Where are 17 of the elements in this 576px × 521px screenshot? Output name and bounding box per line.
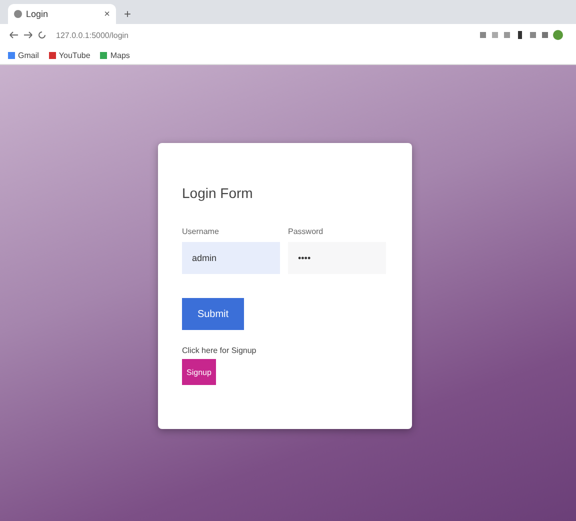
form-title: Login Form <box>182 185 254 201</box>
input-field[interactable]: admin <box>182 242 280 274</box>
signup-prompt: Click here for Signup <box>182 346 258 355</box>
bookmark[interactable]: Gmail <box>8 50 39 60</box>
submit-button[interactable]: Submit <box>182 298 244 330</box>
address-field[interactable]: 127.0.0.1:5000/login <box>56 30 470 40</box>
field-label: Username <box>182 227 220 236</box>
browser-tab[interactable]: Login × <box>8 4 116 24</box>
new-tab-button[interactable]: + <box>124 7 132 21</box>
bookmark[interactable]: Maps <box>100 50 130 60</box>
field-label: Password <box>288 227 324 236</box>
signup-button[interactable]: Signup <box>182 359 216 385</box>
tab-title: Login <box>26 9 50 19</box>
close-tab-button[interactable]: × <box>104 8 110 20</box>
bookmark[interactable]: YouTube <box>48 50 90 60</box>
navigation-icon[interactable] <box>8 30 48 40</box>
input-field[interactable]: •••• <box>288 242 386 274</box>
